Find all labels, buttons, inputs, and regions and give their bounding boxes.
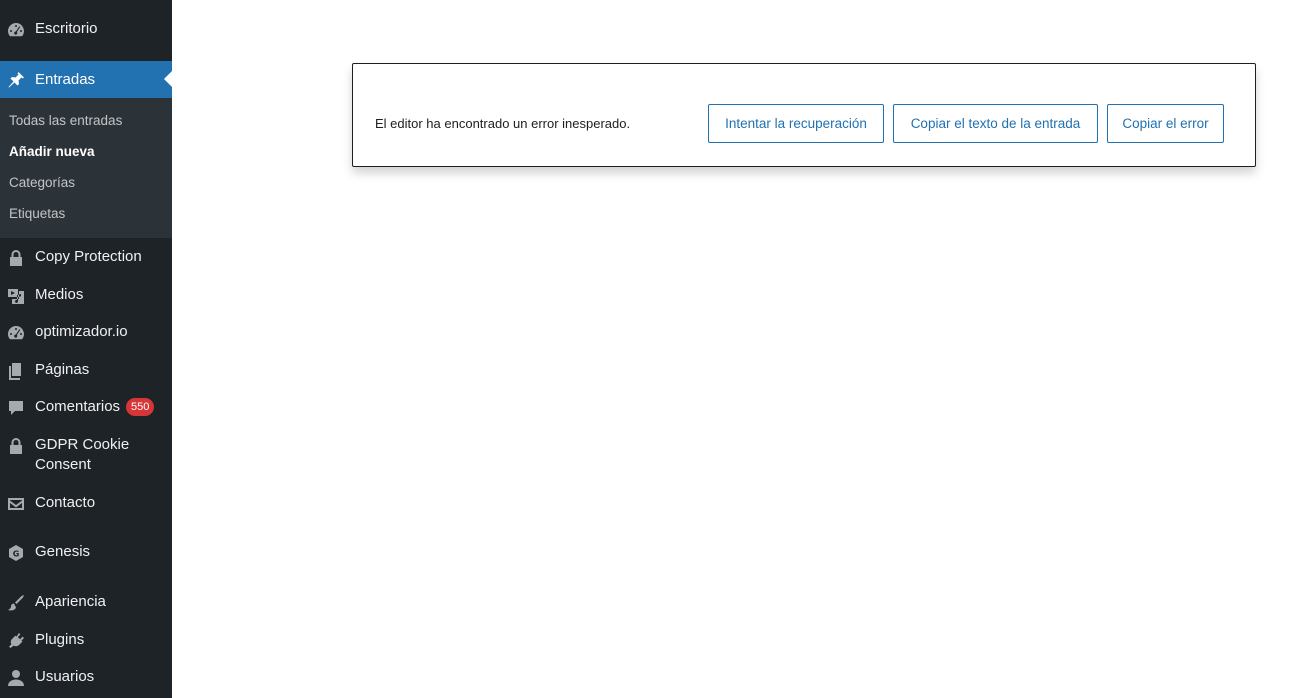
menu-label: Escritorio [35, 20, 98, 37]
submenu-etiquetas[interactable]: Etiquetas [9, 206, 65, 221]
user-icon [5, 667, 27, 689]
menu-item-comentarios[interactable]: Comentarios 550 [0, 397, 172, 419]
menu-label: Páginas [35, 361, 90, 378]
menu-item-plugins[interactable]: Plugins [0, 630, 172, 652]
lock-icon [5, 247, 27, 269]
menu-item-apariencia[interactable]: Apariencia [0, 592, 172, 614]
pages-icon [5, 360, 27, 382]
menu-label: Comentarios 550 [35, 397, 155, 417]
menu-label: Contacto [35, 494, 96, 511]
menu-item-genesis[interactable]: G Genesis [0, 542, 172, 564]
error-message: El editor ha encontrado un error inesper… [375, 116, 631, 131]
menu-item-usuarios[interactable]: Usuarios [0, 667, 172, 689]
menu-item-medios[interactable]: Medios [0, 285, 172, 307]
menu-label-text: Comentarios [35, 398, 121, 415]
menu-item-escritorio[interactable]: Escritorio [0, 19, 172, 41]
menu-label: Entradas [35, 71, 96, 88]
plug-icon [5, 630, 27, 652]
menu-label: Copy Protection [35, 248, 142, 265]
dashboard-icon [5, 19, 27, 41]
menu-label-line2: Consent [35, 456, 91, 473]
gauge-icon [5, 322, 27, 344]
menu-item-paginas[interactable]: Páginas [0, 360, 172, 382]
copy-error-button[interactable]: Copiar el error [1107, 104, 1224, 143]
menu-item-contacto[interactable]: Contacto [0, 493, 172, 515]
pin-icon [5, 69, 27, 91]
menu-item-entradas[interactable]: Entradas [0, 61, 172, 98]
envelope-icon [5, 493, 27, 515]
comment-icon [5, 397, 27, 419]
current-menu-arrow [164, 71, 172, 87]
menu-label: Medios [35, 286, 84, 303]
submenu-anadir-nueva[interactable]: Añadir nueva [9, 144, 95, 159]
menu-label: optimizador.io [35, 323, 128, 340]
media-icon [5, 285, 27, 307]
menu-item-copy-protection[interactable]: Copy Protection [0, 247, 172, 269]
brush-icon [5, 592, 27, 614]
submenu-categorias[interactable]: Categorías [9, 175, 75, 190]
entradas-submenu: Todas las entradas Añadir nueva Categorí… [0, 98, 172, 238]
editor-error-notice: El editor ha encontrado un error inesper… [352, 63, 1256, 167]
genesis-icon: G [5, 542, 27, 564]
lock-icon [5, 435, 27, 457]
copy-post-text-button[interactable]: Copiar el texto de la entrada [893, 104, 1098, 143]
admin-sidebar: Escritorio Entradas Todas las entradas A… [0, 0, 172, 698]
menu-item-optimizador[interactable]: optimizador.io [0, 322, 172, 344]
submenu-todas-las-entradas[interactable]: Todas las entradas [9, 113, 122, 128]
svg-text:G: G [13, 550, 20, 559]
menu-label: Plugins [35, 631, 85, 648]
menu-item-gdpr-cookie-consent[interactable]: GDPR Cookie Consent [0, 435, 172, 477]
menu-label: Usuarios [35, 668, 95, 685]
menu-label: Apariencia [35, 593, 106, 610]
menu-label: Genesis [35, 543, 91, 560]
attempt-recovery-button[interactable]: Intentar la recuperación [708, 104, 884, 143]
comment-count-badge: 550 [126, 398, 155, 416]
menu-label: GDPR Cookie [35, 436, 130, 453]
